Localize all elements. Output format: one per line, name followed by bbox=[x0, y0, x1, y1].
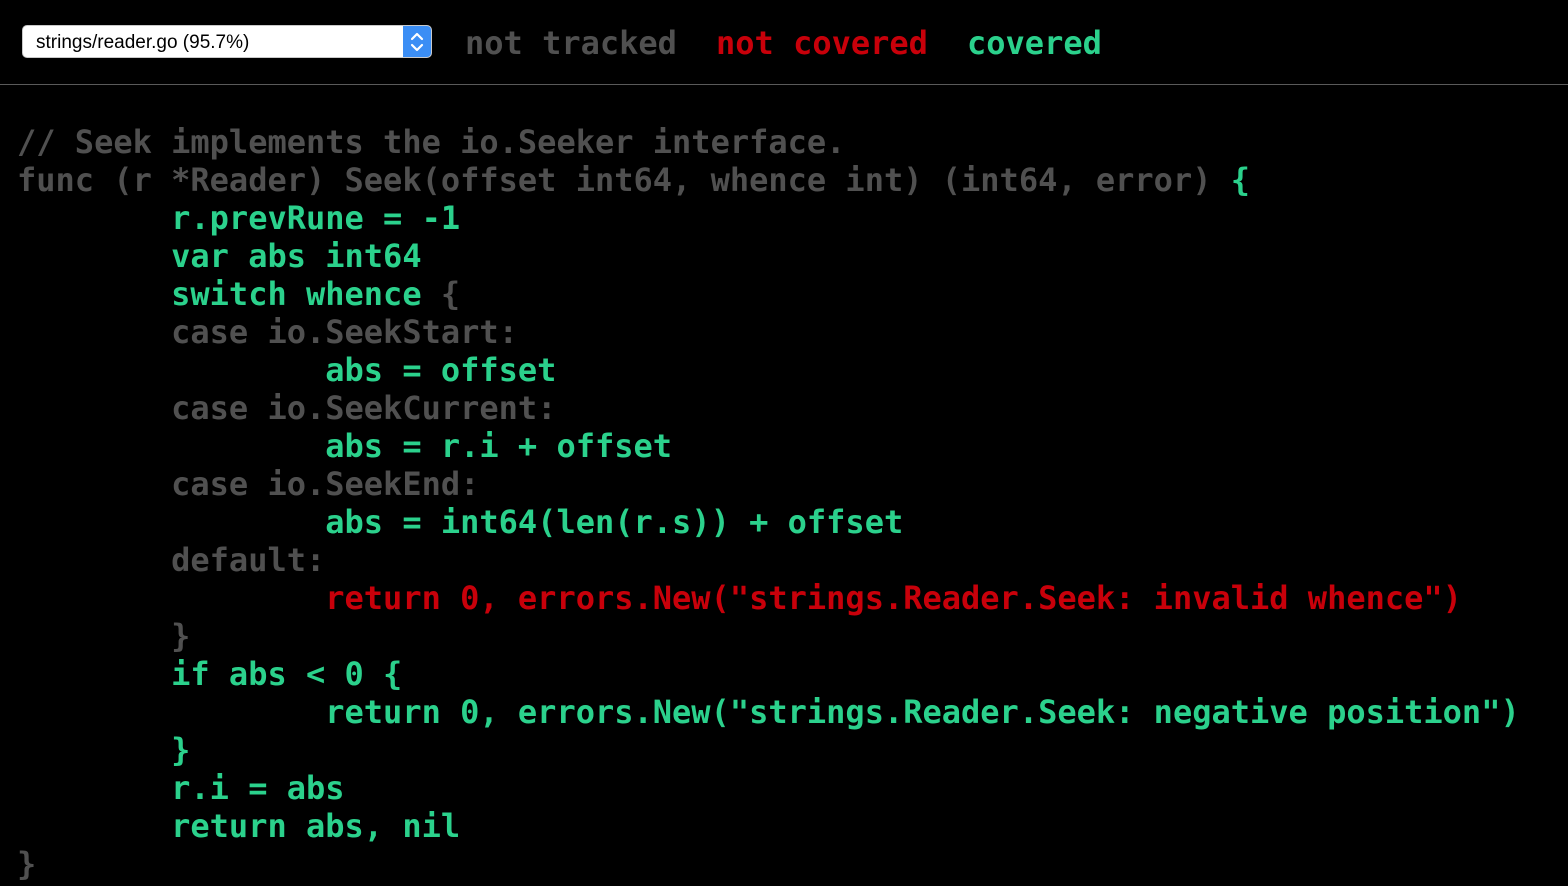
code-line: } bbox=[17, 845, 1520, 883]
code-segment-not-tracked: } bbox=[17, 617, 191, 655]
code-line: case io.SeekStart: bbox=[17, 313, 1520, 351]
code-segment-not-covered: return 0, errors.New("strings.Reader.See… bbox=[17, 579, 1462, 617]
code-segment-not-tracked: func (r *Reader) Seek(offset int64, when… bbox=[17, 161, 1231, 199]
legend-covered: covered bbox=[967, 24, 1102, 62]
code-segment-covered: switch whence bbox=[17, 275, 441, 313]
code-line: } bbox=[17, 617, 1520, 655]
code-segment-covered: r.i = abs bbox=[17, 769, 345, 807]
file-select-value: strings/reader.go (95.7%) bbox=[36, 32, 250, 53]
code-line: switch whence { bbox=[17, 275, 1520, 313]
code-segment-covered: if abs < 0 { bbox=[17, 655, 403, 693]
code-segment-covered: } bbox=[17, 731, 191, 769]
code-line: r.i = abs bbox=[17, 769, 1520, 807]
chevron-up-down-icon[interactable] bbox=[403, 26, 431, 57]
file-select[interactable]: strings/reader.go (95.7%) bbox=[22, 25, 432, 58]
code-segment-not-tracked: case io.SeekStart: bbox=[17, 313, 518, 351]
code-line: if abs < 0 { bbox=[17, 655, 1520, 693]
code-segment-not-tracked: { bbox=[440, 275, 461, 313]
coverage-toolbar: strings/reader.go (95.7%) not tracked no… bbox=[0, 0, 1568, 85]
code-line: return abs, nil bbox=[17, 807, 1520, 845]
code-segment-covered: { bbox=[1230, 161, 1250, 199]
code-segment-covered: r.prevRune = -1 bbox=[17, 199, 461, 237]
code-line: return 0, errors.New("strings.Reader.See… bbox=[17, 693, 1520, 731]
code-segment-covered: var abs int64 bbox=[17, 237, 422, 275]
code-line: default: bbox=[17, 541, 1520, 579]
code-line: abs = r.i + offset bbox=[17, 427, 1520, 465]
code-segment-covered: return abs, nil bbox=[17, 807, 461, 845]
code-segment-covered: abs = int64(len(r.s)) + offset bbox=[17, 503, 904, 541]
legend-not-tracked: not tracked bbox=[465, 24, 677, 62]
code-line: case io.SeekEnd: bbox=[17, 465, 1520, 503]
source-code-view: // Seek implements the io.Seeker interfa… bbox=[17, 123, 1520, 883]
code-segment-covered: abs = r.i + offset bbox=[17, 427, 673, 465]
code-line: } bbox=[17, 731, 1520, 769]
code-line: r.prevRune = -1 bbox=[17, 199, 1520, 237]
code-segment-not-tracked: case io.SeekEnd: bbox=[17, 465, 480, 503]
code-line: abs = int64(len(r.s)) + offset bbox=[17, 503, 1520, 541]
code-line: // Seek implements the io.Seeker interfa… bbox=[17, 123, 1520, 161]
code-line: abs = offset bbox=[17, 351, 1520, 389]
code-line: case io.SeekCurrent: bbox=[17, 389, 1520, 427]
code-segment-not-tracked: default: bbox=[17, 541, 326, 579]
code-line: func (r *Reader) Seek(offset int64, when… bbox=[17, 161, 1520, 199]
code-segment-not-tracked: } bbox=[17, 845, 37, 883]
legend-not-covered: not covered bbox=[716, 24, 928, 62]
code-segment-not-tracked: case io.SeekCurrent: bbox=[17, 389, 557, 427]
code-segment-covered: return 0, errors.New("strings.Reader.See… bbox=[17, 693, 1520, 731]
code-line: return 0, errors.New("strings.Reader.See… bbox=[17, 579, 1520, 617]
code-line: var abs int64 bbox=[17, 237, 1520, 275]
code-segment-covered: abs = offset bbox=[17, 351, 557, 389]
code-segment-not-tracked: // Seek implements the io.Seeker interfa… bbox=[17, 123, 846, 161]
